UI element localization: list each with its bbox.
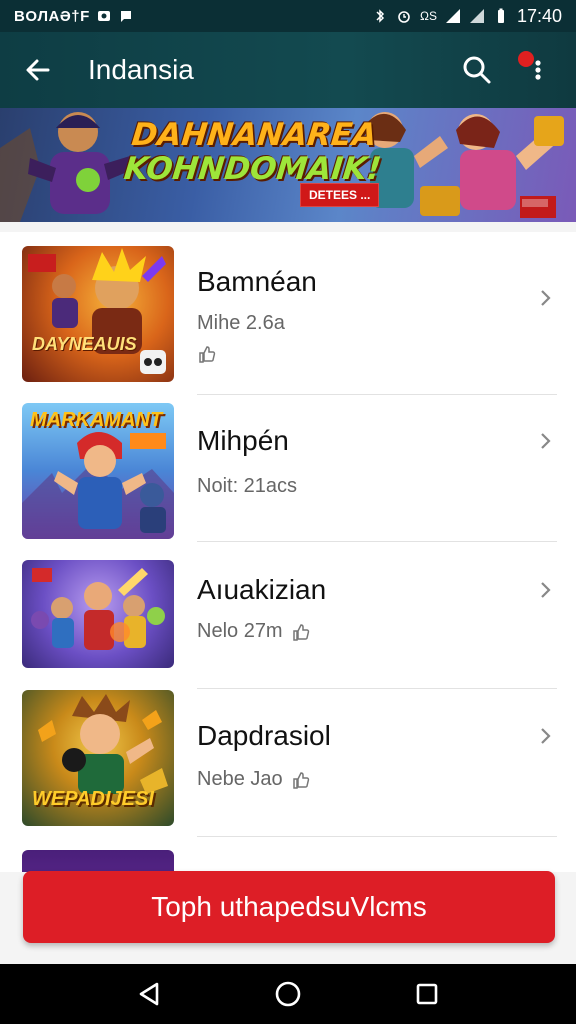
- item-subtitle: Noit: 21acs: [197, 475, 297, 498]
- app-actions: [460, 51, 576, 87]
- list-item[interactable]: [0, 850, 576, 872]
- item-thumbnail: WEPADIJESI: [22, 690, 174, 826]
- message-icon: [120, 11, 131, 22]
- status-time: 17:40: [516, 5, 562, 26]
- thumbnail-label: WEPADIJESI: [32, 788, 154, 810]
- item-thumbnail: [22, 850, 174, 872]
- banner-title-line2: KOHNDOMAIK!: [122, 151, 384, 187]
- chevron-right-icon: [541, 433, 551, 449]
- arrow-left-icon: [26, 59, 50, 81]
- item-subtitle-text: Nelo 27m: [197, 620, 283, 642]
- thumbs-up-icon[interactable]: [291, 770, 311, 790]
- app-bar: Indansia: [0, 32, 576, 108]
- list-item[interactable]: WEPADIJESI Dapdrasiol Nebe Jao: [0, 690, 576, 837]
- chevron-right-icon: [541, 582, 551, 598]
- item-subtitle-text: Noit: 21acs: [197, 475, 298, 497]
- status-left: BOЛAƏ†F: [14, 8, 134, 25]
- thumbs-up-icon[interactable]: [291, 622, 311, 642]
- divider: [197, 836, 557, 837]
- chevron-right-icon: [541, 728, 551, 744]
- back-button[interactable]: [0, 32, 76, 108]
- item-title: Aıuakizian: [197, 574, 327, 605]
- item-thumbnail: MARKAMANT: [22, 403, 174, 539]
- bluetooth-icon: [376, 9, 385, 23]
- page-title: Indansia: [88, 54, 194, 85]
- divider: [197, 688, 557, 689]
- item-subtitle: Nelo 27m: [197, 620, 311, 643]
- notification-icon: [97, 11, 110, 21]
- primary-action-button[interactable]: Toph uthapedsuVlcms: [23, 871, 555, 943]
- game-list: DAYNEAUIS Bamnéan Mihe 2.6a MARKAMANT Mi…: [0, 232, 576, 872]
- item-title: Dapdrasiol: [197, 720, 331, 751]
- divider: [197, 541, 557, 542]
- item-subtitle-text: Nebe Jao: [197, 768, 283, 790]
- notification-dot: [518, 51, 534, 67]
- nav-recents-icon: [416, 983, 437, 1005]
- status-right: ΩS 17:40: [372, 6, 562, 27]
- thumbs-up-icon[interactable]: [197, 344, 217, 364]
- thumbnail-label: DAYNEAUIS: [32, 334, 137, 354]
- status-right-text: ΩS: [419, 9, 437, 23]
- nav-home-button[interactable]: [268, 974, 308, 1014]
- list-item[interactable]: Aıuakizian Nelo 27m: [0, 560, 576, 706]
- tag-icon: [522, 199, 548, 207]
- thumbnail-artwork: [28, 248, 166, 374]
- item-title: Bamnéan: [197, 266, 317, 297]
- banner-badge: DETEES ...: [300, 183, 380, 207]
- item-subtitle: Mihe 2.6a: [197, 312, 285, 335]
- promo-banner[interactable]: DAHNANAREA KOHNDOMAIK! DETEES ...: [0, 108, 576, 222]
- signal-icon-2: [469, 9, 484, 23]
- thumbnail-label: MARKAMANT: [30, 409, 163, 431]
- status-bar: BOЛAƏ†F ΩS 17:40: [0, 0, 576, 32]
- list-item[interactable]: MARKAMANT Mihpén Noit: 21acs: [0, 403, 576, 549]
- hero-left-figure: [28, 112, 132, 214]
- battery-icon: [497, 8, 504, 23]
- alarm-icon: [398, 11, 410, 23]
- nav-back-button[interactable]: [129, 974, 169, 1014]
- banner-title-line1: DAHNANAREA: [129, 117, 379, 153]
- banner-title: DAHNANAREA KOHNDOMAIK!: [122, 117, 386, 187]
- nav-back-icon: [140, 982, 159, 1006]
- nav-home-icon: [275, 981, 301, 1007]
- item-thumbnail: [22, 560, 174, 668]
- list-item[interactable]: DAYNEAUIS Bamnéan Mihe 2.6a: [0, 246, 576, 395]
- more-options-button[interactable]: [516, 51, 550, 87]
- banner-small-tag: [520, 196, 556, 218]
- item-title: Mihpén: [197, 425, 289, 456]
- system-nav-bar: [0, 964, 576, 1024]
- item-subtitle-text: Mihe 2.6a: [197, 312, 285, 334]
- item-thumbnail: DAYNEAUIS: [22, 246, 174, 382]
- thumbnail-artwork: [31, 568, 165, 650]
- divider: [197, 394, 557, 395]
- status-left-text: BOЛAƏ†F: [14, 7, 90, 25]
- search-button[interactable]: [460, 53, 494, 87]
- search-icon: [463, 56, 491, 84]
- nav-recents-button[interactable]: [407, 974, 447, 1014]
- chevron-right-icon: [541, 290, 551, 306]
- signal-icon: [445, 9, 460, 23]
- item-subtitle: Nebe Jao: [197, 768, 311, 791]
